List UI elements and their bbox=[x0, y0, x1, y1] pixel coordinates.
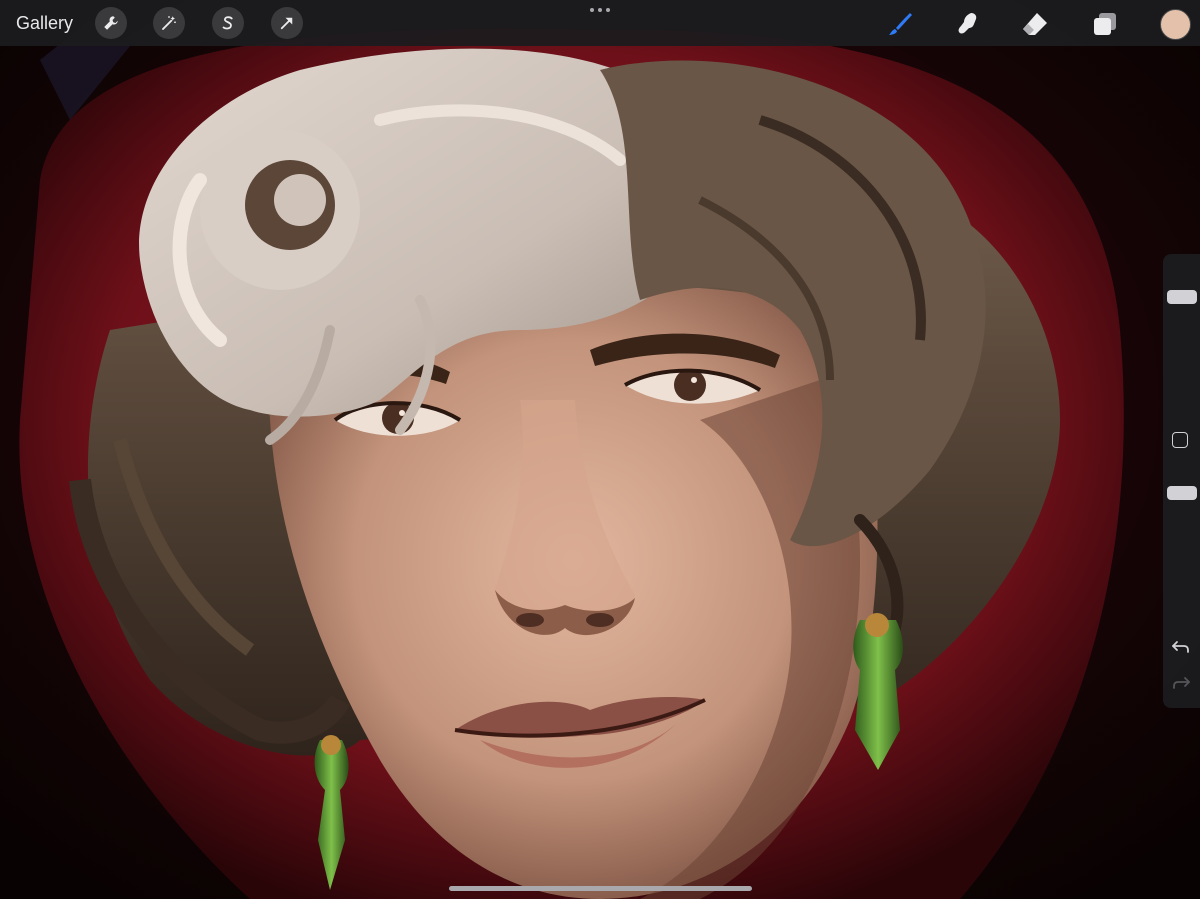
selection-s-icon[interactable] bbox=[212, 7, 244, 39]
gallery-button[interactable]: Gallery bbox=[16, 12, 73, 34]
brush-icon[interactable] bbox=[884, 8, 916, 40]
layers-icon[interactable] bbox=[1089, 8, 1121, 40]
opacity-slider[interactable] bbox=[1165, 472, 1198, 622]
more-options-dots[interactable] bbox=[586, 3, 614, 17]
drawing-canvas[interactable] bbox=[0, 0, 1200, 899]
modify-square-icon[interactable] bbox=[1172, 432, 1188, 448]
adjustments-magic-wand-icon[interactable] bbox=[153, 7, 185, 39]
top-toolbar: Gallery bbox=[0, 0, 1200, 46]
redo-icon[interactable] bbox=[1171, 674, 1191, 692]
color-picker-swatch[interactable] bbox=[1160, 9, 1191, 40]
side-toolbar bbox=[1163, 254, 1200, 708]
smudge-icon[interactable] bbox=[951, 8, 983, 40]
undo-icon[interactable] bbox=[1171, 638, 1191, 656]
eraser-icon[interactable] bbox=[1019, 8, 1051, 40]
transform-arrow-icon[interactable] bbox=[271, 7, 303, 39]
actions-wrench-icon[interactable] bbox=[95, 7, 127, 39]
opacity-thumb[interactable] bbox=[1167, 486, 1197, 500]
home-indicator[interactable] bbox=[449, 886, 752, 891]
brush-size-slider[interactable] bbox=[1165, 257, 1198, 407]
brush-size-thumb[interactable] bbox=[1167, 290, 1197, 304]
